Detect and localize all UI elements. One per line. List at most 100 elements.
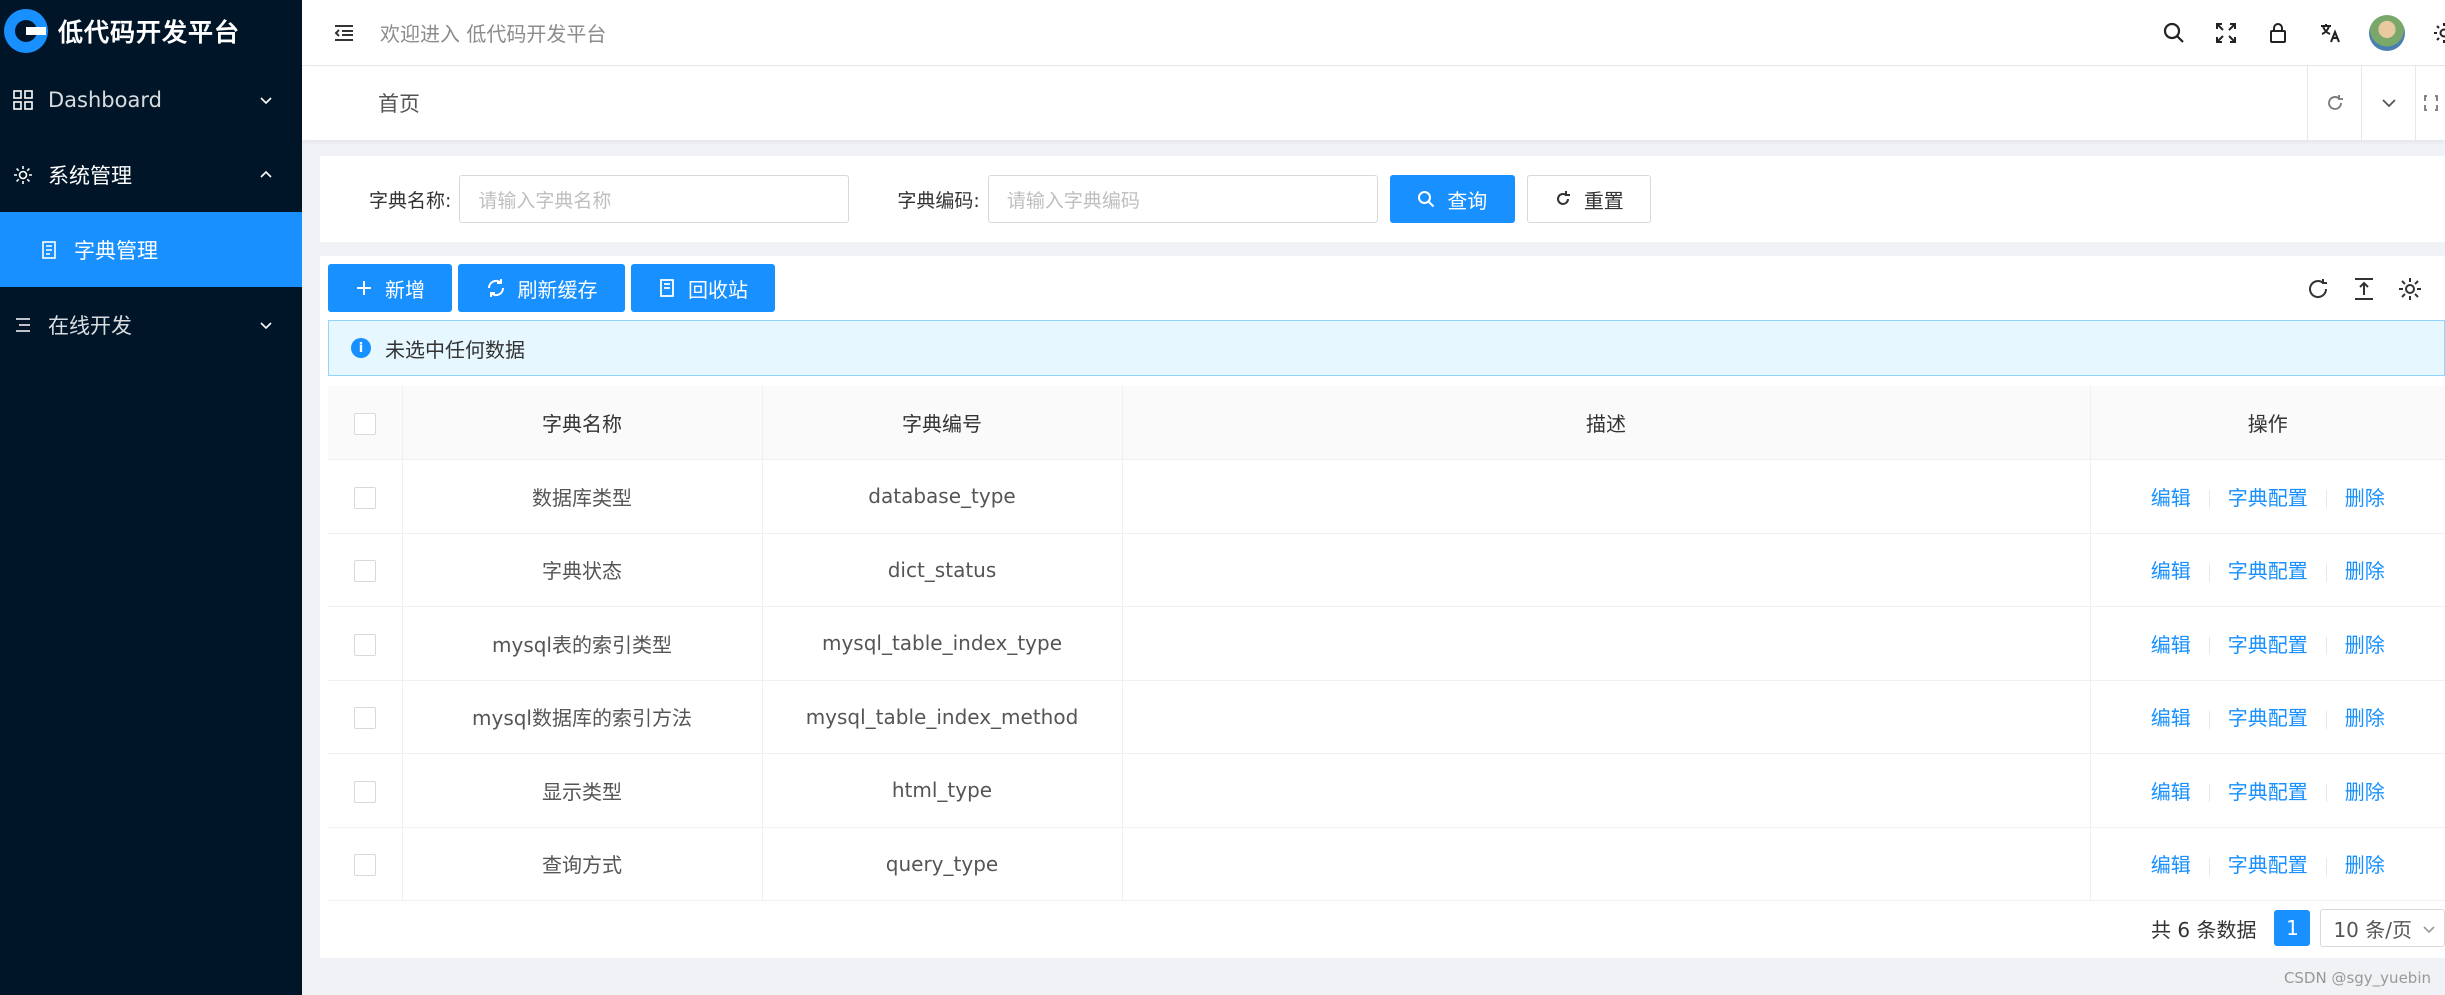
cell-name: 数据库类型: [401, 459, 762, 534]
sidebar-item-dict[interactable]: 字典管理: [0, 212, 302, 287]
column-header-code[interactable]: 字典编号: [761, 386, 1122, 460]
cell-desc: [1121, 827, 2090, 901]
table-row[interactable]: 数据库类型 database_type 编辑 字典配置 删除: [328, 459, 2445, 534]
cell-actions: 编辑 字典配置 删除: [2089, 533, 2445, 607]
refresh-cache-button[interactable]: 刷新缓存: [458, 264, 625, 312]
cell-actions: 编辑 字典配置 删除: [2089, 680, 2445, 754]
reset-button-label: 重置: [1583, 188, 1624, 213]
setting-icon[interactable]: [2395, 274, 2425, 304]
list-icon: [12, 314, 34, 336]
search-icon: [1418, 191, 1435, 208]
chevron-up-icon: [260, 170, 272, 178]
select-all-checkbox[interactable]: [353, 412, 376, 435]
dict-config-link[interactable]: 字典配置: [2228, 853, 2308, 877]
refresh-icon: [2327, 95, 2343, 110]
cell-actions: 编辑 字典配置 删除: [2089, 606, 2445, 681]
column-header-name[interactable]: 字典名称: [401, 386, 762, 460]
gear-icon: [12, 164, 34, 186]
row-checkbox[interactable]: [353, 633, 376, 656]
row-checkbox[interactable]: [353, 486, 376, 509]
table-row[interactable]: 显示类型 html_type 编辑 字典配置 删除: [328, 753, 2445, 828]
edit-link[interactable]: 编辑: [2151, 486, 2191, 510]
dict-config-link[interactable]: 字典配置: [2228, 706, 2308, 730]
tab-fullscreen-button[interactable]: [2415, 66, 2445, 140]
dict-code-input[interactable]: 请输入字典编码: [987, 175, 1378, 223]
reset-button[interactable]: 重置: [1526, 175, 1651, 223]
settings-icon[interactable]: [2431, 20, 2445, 46]
dict-config-link[interactable]: 字典配置: [2228, 633, 2308, 657]
row-checkbox[interactable]: [353, 854, 376, 876]
edit-link[interactable]: 编辑: [2151, 633, 2191, 657]
watermark: CSDN @sgy_yuebin: [2283, 969, 2431, 987]
row-select-cell: [328, 753, 402, 828]
cell-code: database_type: [761, 459, 1122, 534]
menu-fold-icon[interactable]: [332, 21, 356, 45]
delete-link[interactable]: 删除: [2345, 780, 2385, 804]
dict-config-link[interactable]: 字典配置: [2228, 780, 2308, 804]
sidebar-item-system[interactable]: 系统管理: [0, 137, 302, 212]
column-header-actions: 操作: [2089, 386, 2445, 460]
add-button-label: 新增: [385, 277, 425, 302]
row-checkbox[interactable]: [353, 707, 376, 729]
edit-link[interactable]: 编辑: [2151, 853, 2191, 877]
delete-link[interactable]: 删除: [2345, 559, 2385, 583]
query-button[interactable]: 查询: [1389, 175, 1515, 223]
translate-icon[interactable]: [2317, 20, 2343, 46]
cell-code: mysql_table_index_type: [761, 606, 1122, 681]
header-actions: [2135, 0, 2445, 66]
sync-icon: [486, 278, 506, 298]
edit-link[interactable]: 编辑: [2151, 559, 2191, 583]
fullscreen-icon[interactable]: [2213, 20, 2239, 46]
welcome-text: 欢迎进入 低代码开发平台: [380, 22, 607, 46]
add-button[interactable]: 新增: [328, 264, 452, 312]
sidebar-item-online-dev[interactable]: 在线开发: [0, 287, 302, 362]
cell-name: 显示类型: [401, 753, 762, 828]
delete-link[interactable]: 删除: [2345, 633, 2385, 657]
sidebar-item-label: 字典管理: [74, 238, 158, 263]
dict-config-link[interactable]: 字典配置: [2228, 486, 2308, 510]
tab-home[interactable]: 首页: [378, 88, 420, 118]
delete-link[interactable]: 删除: [2345, 486, 2385, 510]
reload-icon[interactable]: [2303, 274, 2333, 304]
cell-code: mysql_table_index_method: [761, 680, 1122, 754]
row-select-cell: [328, 827, 402, 901]
query-button-label: 查询: [1447, 188, 1488, 213]
delete-link[interactable]: 删除: [2345, 706, 2385, 730]
cell-actions: 编辑 字典配置 删除: [2089, 459, 2445, 534]
cell-name: 查询方式: [401, 827, 762, 901]
tab-refresh-button[interactable]: [2307, 66, 2361, 140]
recycle-bin-label: 回收站: [688, 277, 748, 302]
sidebar-item-label: 系统管理: [48, 163, 132, 188]
page-size-select[interactable]: 10 条/页: [2320, 909, 2445, 947]
table-card: 新增 刷新缓存 回收站 i 未选中任何数据 字典名称 字典编号 描述 操作 数据…: [320, 256, 2445, 958]
column-header-desc[interactable]: 描述: [1121, 386, 2090, 460]
table-row[interactable]: 字典状态 dict_status 编辑 字典配置 删除: [328, 533, 2445, 607]
refresh-cache-label: 刷新缓存: [517, 277, 598, 302]
edit-link[interactable]: 编辑: [2151, 706, 2191, 730]
search-panel: 字典名称: 请输入字典名称 字典编码: 请输入字典编码 查询 重置: [320, 156, 2445, 242]
logo-row: 低代码开发平台: [0, 0, 302, 62]
cell-name: mysql数据库的索引方法: [401, 680, 762, 754]
page-number-current[interactable]: 1: [2274, 910, 2311, 946]
table-row[interactable]: mysql数据库的索引方法 mysql_table_index_method 编…: [328, 680, 2445, 754]
pagination: 共 6 条数据 1 10 条/页: [2151, 909, 2445, 947]
lock-icon[interactable]: [2265, 20, 2291, 46]
row-checkbox[interactable]: [353, 780, 376, 803]
column-height-icon[interactable]: [2349, 274, 2379, 304]
page-size-value: 10 条/页: [2333, 917, 2412, 942]
sidebar-item-dashboard[interactable]: Dashboard: [0, 62, 302, 137]
dict-config-link[interactable]: 字典配置: [2228, 559, 2308, 583]
tab-tools: [2307, 66, 2445, 140]
recycle-bin-button[interactable]: 回收站: [631, 264, 775, 312]
table-row[interactable]: 查询方式 query_type 编辑 字典配置 删除: [328, 827, 2445, 901]
dict-name-input[interactable]: 请输入字典名称: [459, 175, 850, 223]
delete-link[interactable]: 删除: [2345, 853, 2385, 877]
search-icon[interactable]: [2161, 20, 2187, 46]
avatar[interactable]: [2369, 15, 2405, 51]
row-checkbox[interactable]: [353, 560, 376, 582]
cell-code: html_type: [761, 753, 1122, 828]
table-row[interactable]: mysql表的索引类型 mysql_table_index_type 编辑 字典配…: [328, 606, 2445, 681]
tab-dropdown-button[interactable]: [2361, 66, 2415, 140]
edit-link[interactable]: 编辑: [2151, 780, 2191, 804]
chevron-down-icon: [2423, 926, 2435, 934]
